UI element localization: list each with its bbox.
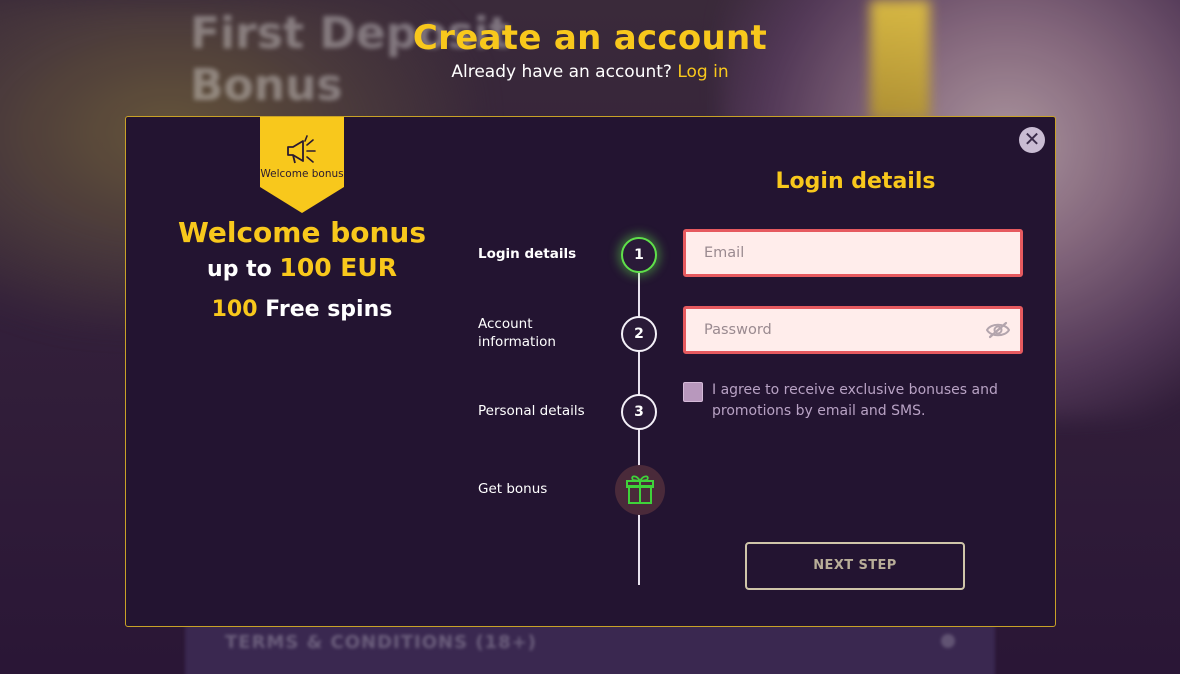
background-expand-icon bbox=[941, 634, 955, 648]
bonus-offer: Welcome bonus up to 100 EUR 100 Free spi… bbox=[146, 215, 458, 322]
gift-icon bbox=[626, 475, 654, 504]
password-placeholder: Password bbox=[704, 322, 772, 338]
login-link[interactable]: Log in bbox=[677, 62, 728, 82]
bonus-amount: 100 EUR bbox=[279, 253, 397, 282]
bonus-amount-line: up to 100 EUR bbox=[146, 251, 458, 287]
email-field[interactable]: Email bbox=[683, 229, 1023, 277]
bonus-prefix: up to bbox=[207, 257, 272, 282]
free-spins-line: 100 Free spins bbox=[146, 297, 458, 322]
login-prompt-text: Already have an account? bbox=[451, 62, 672, 82]
next-step-button[interactable]: NEXT STEP bbox=[745, 542, 965, 590]
email-placeholder: Email bbox=[704, 245, 745, 261]
step-label-get-bonus: Get bonus bbox=[478, 481, 548, 497]
megaphone-icon bbox=[287, 135, 316, 164]
step-2-indicator: 2 bbox=[621, 316, 657, 352]
registration-modal: ✕ Welcome bonus Welcome bonus up to 100 … bbox=[125, 116, 1056, 627]
form-title: Login details bbox=[775, 169, 936, 194]
background-terms-text: TERMS & CONDITIONS (18+) bbox=[225, 632, 537, 653]
consent-label: I agree to receive exclusive bonuses and… bbox=[712, 382, 998, 419]
page-title: Create an account bbox=[412, 18, 768, 58]
get-bonus-indicator bbox=[615, 465, 665, 515]
step-label-login-details: Login details bbox=[478, 246, 577, 262]
bonus-title: Welcome bonus bbox=[177, 216, 427, 249]
step-label-account-information: Account information bbox=[478, 316, 556, 350]
step-3-indicator: 3 bbox=[621, 394, 657, 430]
registration-steps: Login details 1 Account information 2 Pe… bbox=[478, 235, 678, 585]
free-spins-label: Free spins bbox=[265, 297, 393, 322]
login-details-form: Login details Email Password I agree to … bbox=[683, 117, 1043, 627]
free-spins-count: 100 bbox=[211, 297, 258, 322]
login-prompt: Already have an account? Log in bbox=[0, 62, 1180, 82]
eye-slash-icon[interactable] bbox=[986, 321, 1010, 339]
step-1-indicator: 1 bbox=[621, 237, 657, 273]
consent-checkbox[interactable] bbox=[683, 382, 703, 402]
step-label-personal-details: Personal details bbox=[478, 403, 585, 419]
background-terms-bar: TERMS & CONDITIONS (18+) bbox=[185, 620, 995, 674]
page-header: Create an account Already have an accoun… bbox=[0, 18, 1180, 82]
welcome-bonus-ribbon: Welcome bonus bbox=[260, 117, 344, 213]
password-field[interactable]: Password bbox=[683, 306, 1023, 354]
ribbon-label: Welcome bonus bbox=[260, 168, 344, 180]
